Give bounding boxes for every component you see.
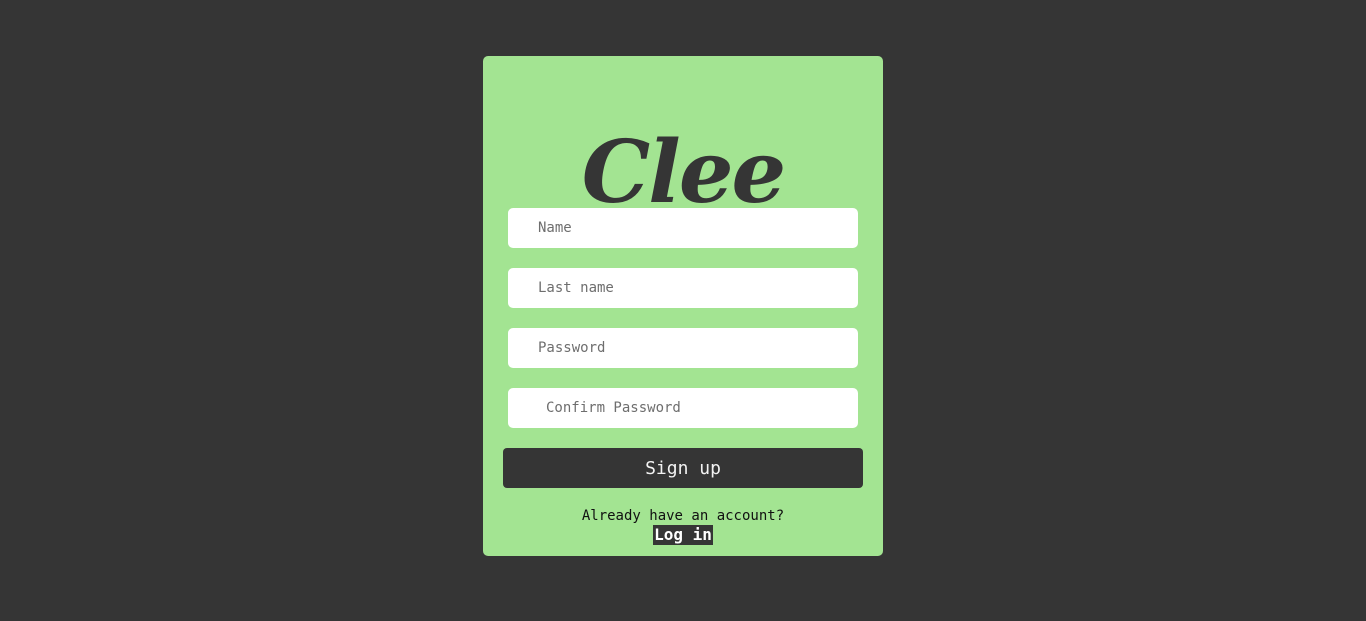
login-prompt-text: Already have an account? bbox=[581, 508, 785, 524]
name-input[interactable] bbox=[508, 208, 858, 248]
login-link[interactable]: Log in bbox=[653, 525, 713, 545]
login-link-wrapper: Log in bbox=[483, 525, 883, 545]
last-name-input[interactable] bbox=[508, 268, 858, 308]
signup-card: Clee Sign up Already have an account? Lo… bbox=[483, 56, 883, 556]
password-input[interactable] bbox=[508, 328, 858, 368]
confirm-password-input[interactable] bbox=[508, 388, 858, 428]
signup-button[interactable]: Sign up bbox=[503, 448, 863, 488]
